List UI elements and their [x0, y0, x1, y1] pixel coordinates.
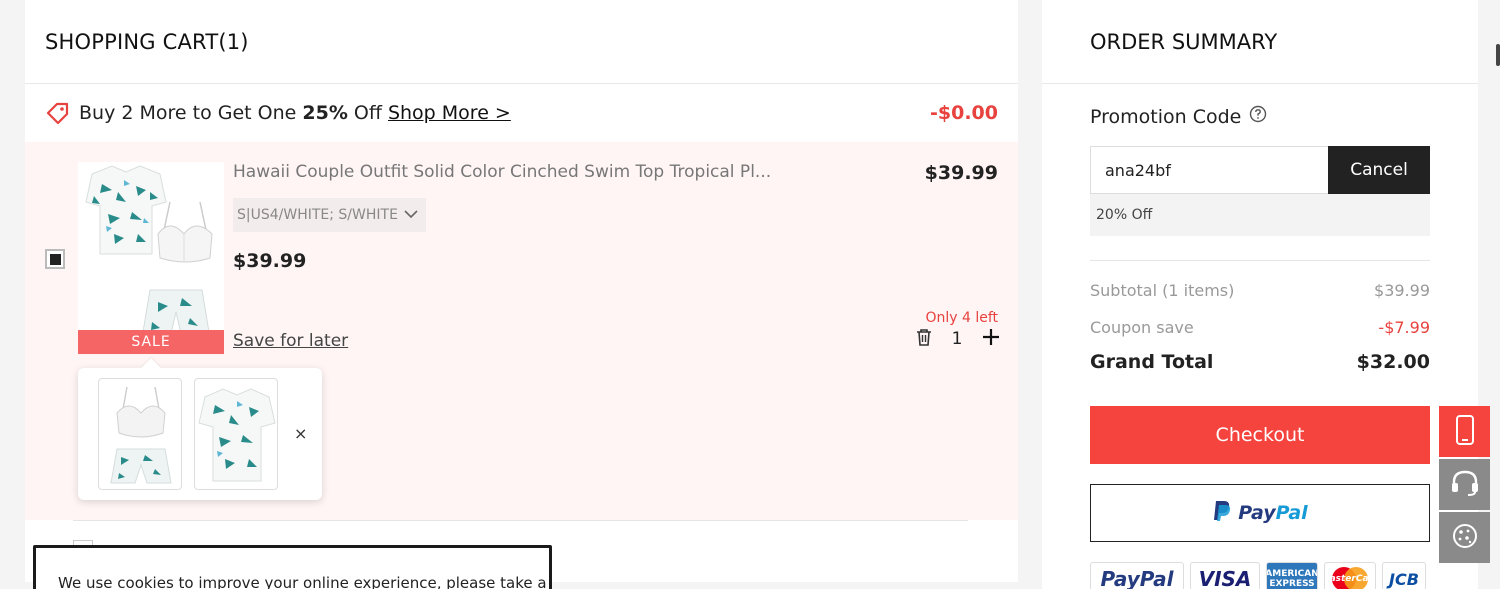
checkout-button[interactable]: Checkout — [1090, 406, 1430, 464]
mobile-icon — [1455, 414, 1475, 449]
tag-icon — [45, 100, 71, 126]
paypal-button[interactable]: PayPal — [1090, 484, 1430, 542]
grand-total-value: $32.00 — [1356, 351, 1430, 373]
subtotal-label: Subtotal (1 items) — [1090, 281, 1235, 300]
stock-notice: Only 4 left — [925, 310, 998, 326]
side-toolbar — [1439, 406, 1490, 565]
shop-more-link[interactable]: Shop More > — [388, 102, 511, 124]
grand-total-label: Grand Total — [1090, 351, 1214, 373]
headset-icon — [1450, 469, 1480, 501]
jcb-logo: JCB — [1382, 562, 1426, 589]
promo-discount: -$0.00 — [930, 102, 998, 124]
item-line-price: $39.99 — [924, 162, 998, 184]
applied-discount: 20% Off — [1090, 194, 1430, 236]
cookie-icon — [1451, 522, 1479, 554]
paypal-wordmark: PayPal — [1238, 502, 1308, 524]
plus-icon[interactable] — [982, 328, 1000, 350]
cart-item: SALE Hawaii Couple Outfit Solid Color Ci… — [25, 142, 1018, 520]
scrollbar[interactable] — [1496, 44, 1500, 66]
sale-badge: SALE — [78, 330, 224, 354]
mobile-app-button[interactable] — [1439, 406, 1490, 457]
sub-item-image-shirt[interactable] — [194, 378, 278, 490]
variant-label: S|US4/WHITE; S/WHITE — [237, 207, 398, 223]
order-summary-panel: ORDER SUMMARY Promotion Code Cancel 20% … — [1042, 0, 1478, 589]
cookie-text: We use cookies to improve your online ex… — [58, 574, 547, 589]
paypal-logo: PayPal — [1090, 562, 1184, 589]
cookie-banner: We use cookies to improve your online ex… — [33, 545, 552, 589]
coupon-row: Coupon save -$7.99 — [1090, 318, 1430, 337]
product-name[interactable]: Hawaii Couple Outfit Solid Color Cinched… — [233, 162, 793, 182]
promo-bar: Buy 2 More to Get One 25% Off Shop More … — [25, 84, 1018, 142]
subtotal-row: Subtotal (1 items) $39.99 — [1090, 281, 1430, 300]
divider — [1090, 260, 1430, 261]
variant-selector[interactable]: S|US4/WHITE; S/WHITE — [233, 198, 426, 232]
promo-text: Buy 2 More to Get One 25% Off — [79, 102, 382, 124]
summary-header: ORDER SUMMARY — [1042, 0, 1478, 84]
promo-code-input[interactable] — [1090, 146, 1328, 194]
item-checkbox[interactable] — [45, 249, 65, 269]
summary-title: ORDER SUMMARY — [1090, 29, 1278, 54]
coupon-value: -$7.99 — [1378, 318, 1430, 337]
save-for-later-link[interactable]: Save for later — [233, 331, 348, 351]
trash-icon[interactable] — [916, 328, 932, 350]
item-price: $39.99 — [233, 250, 307, 272]
chevron-down-icon — [404, 207, 418, 223]
quantity-stepper: 1 — [916, 328, 1000, 350]
paypal-icon — [1212, 500, 1232, 526]
coupon-label: Coupon save — [1090, 318, 1194, 337]
subtotal-value: $39.99 — [1374, 281, 1430, 300]
payment-logos: PayPal VISA AMERICAN EXPRESS MasterCard … — [1090, 562, 1426, 589]
grand-total-row: Grand Total $32.00 — [1090, 351, 1430, 373]
cart-title: SHOPPING CART(1) — [45, 29, 249, 54]
shopping-cart-panel: SHOPPING CART(1) Buy 2 More to Get One 2… — [25, 0, 1018, 582]
help-icon[interactable] — [1249, 105, 1267, 128]
amex-logo: AMERICAN EXPRESS — [1266, 562, 1318, 589]
support-button[interactable] — [1439, 459, 1490, 510]
quantity-value[interactable]: 1 — [950, 329, 964, 349]
product-image[interactable]: SALE — [78, 162, 224, 354]
bundle-items-popup: × — [78, 358, 322, 500]
sub-item-image-swimsuit[interactable] — [98, 378, 182, 490]
cart-header: SHOPPING CART(1) — [25, 0, 1018, 84]
promotion-code-label: Promotion Code — [1090, 105, 1267, 128]
cookie-settings-button[interactable] — [1439, 512, 1490, 563]
visa-logo: VISA — [1190, 562, 1260, 589]
divider — [73, 520, 968, 521]
mastercard-logo: MasterCard — [1324, 562, 1376, 589]
cancel-promo-button[interactable]: Cancel — [1328, 146, 1430, 194]
close-icon[interactable]: × — [294, 424, 307, 443]
